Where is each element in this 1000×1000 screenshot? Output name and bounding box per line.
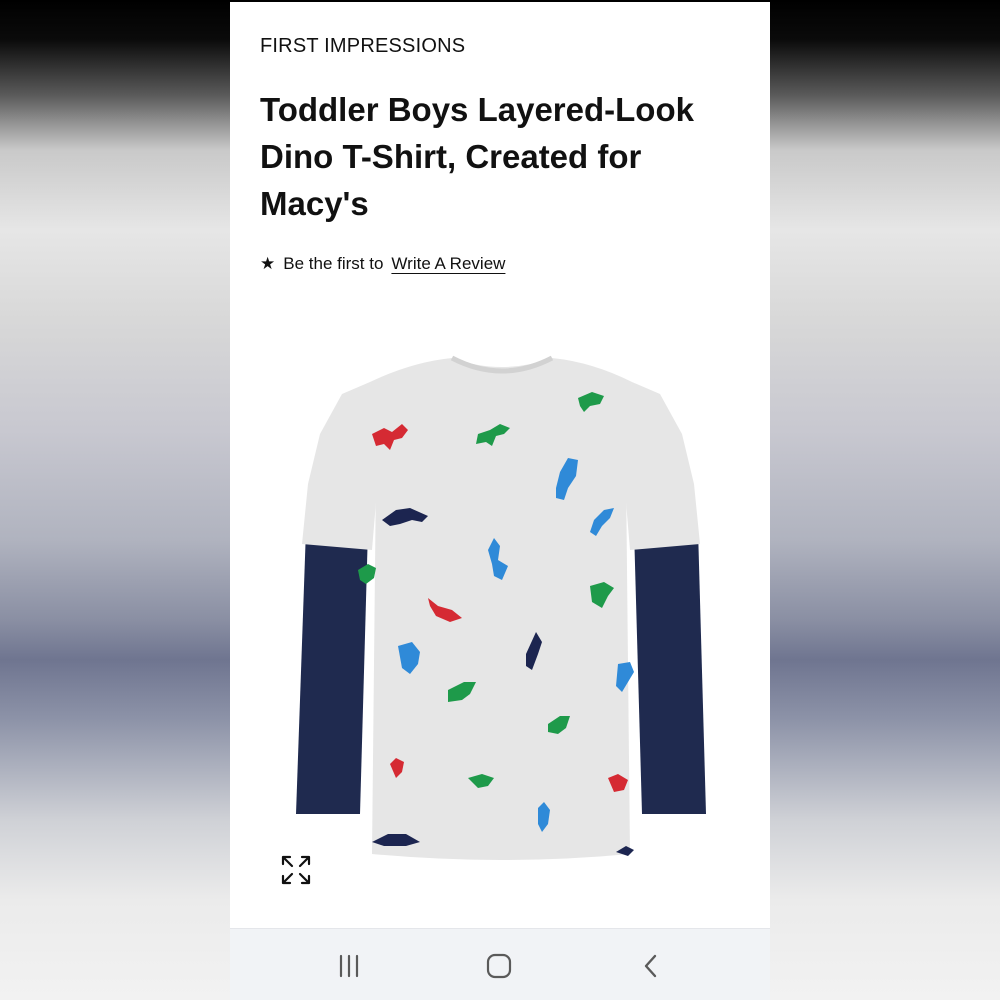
- rating-prefix: Be the first to: [283, 254, 384, 273]
- rating-row: ★ Be the first to Write A Review: [260, 254, 505, 274]
- right-short-sleeve: [622, 382, 700, 550]
- blurred-background-right: [770, 0, 1000, 1000]
- blurred-background-left: [0, 0, 230, 1000]
- write-review-link[interactable]: Write A Review: [391, 254, 505, 274]
- star-icon: ★: [260, 254, 276, 273]
- right-sleeve: [634, 529, 706, 814]
- expand-icon[interactable]: [280, 854, 312, 886]
- product-image[interactable]: [262, 354, 740, 874]
- brand-name[interactable]: FIRST IMPRESSIONS: [260, 35, 465, 58]
- phone-screen: FIRST IMPRESSIONS Toddler Boys Layered-L…: [230, 2, 770, 1000]
- left-short-sleeve: [302, 382, 380, 550]
- product-title: Toddler Boys Layered-Look Dino T-Shirt, …: [260, 91, 694, 222]
- left-sleeve: [296, 529, 368, 814]
- back-icon[interactable]: [636, 951, 666, 981]
- home-icon[interactable]: [484, 951, 514, 981]
- system-navigation-bar: [230, 928, 770, 1000]
- recent-apps-icon[interactable]: [334, 951, 364, 981]
